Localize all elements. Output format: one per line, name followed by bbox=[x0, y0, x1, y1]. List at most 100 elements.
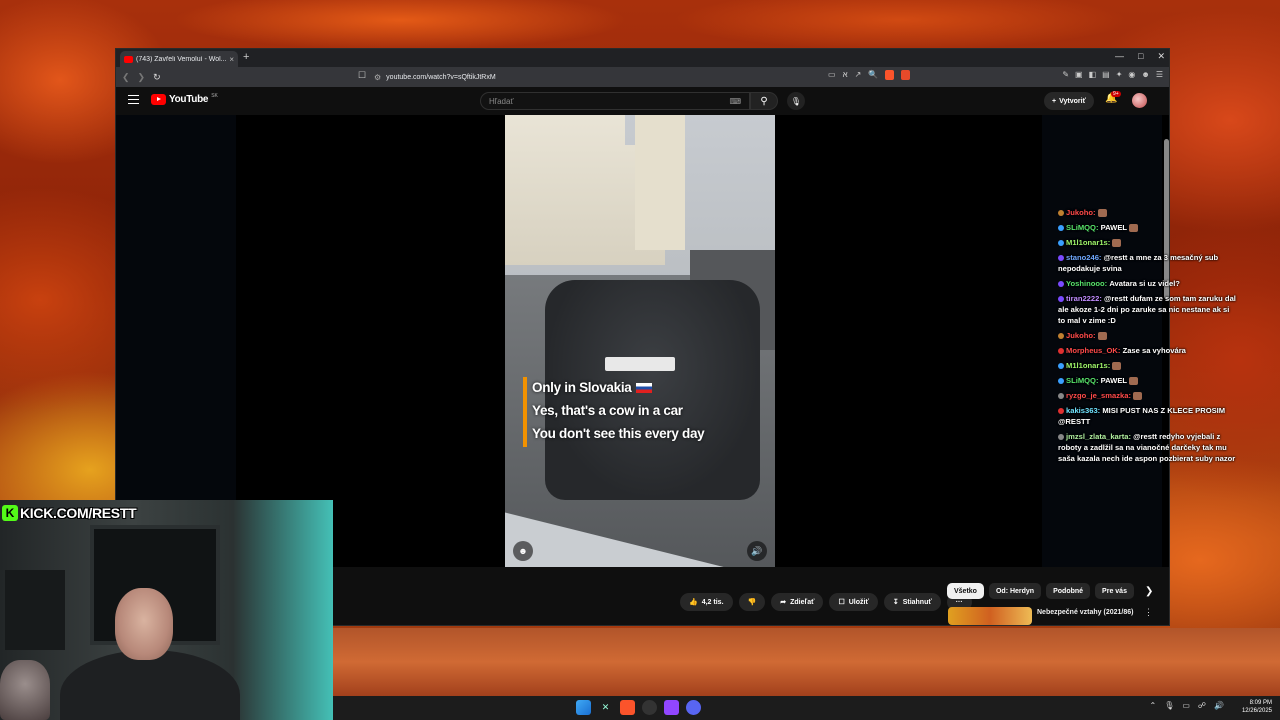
microphone-tray-icon[interactable]: 🎙 bbox=[1164, 701, 1174, 710]
back-icon[interactable]: ❮ bbox=[122, 72, 130, 83]
cast-icon[interactable]: ▭ bbox=[828, 70, 836, 80]
search-placeholder: Hľadať bbox=[489, 96, 514, 106]
profile-icon[interactable]: ☻ bbox=[1141, 70, 1149, 79]
chat-message: Yoshinooo: Avatara si uz videl? bbox=[1058, 278, 1238, 289]
network-icon[interactable]: ☍ bbox=[1198, 701, 1206, 710]
share-icon[interactable]: ↗ bbox=[855, 70, 862, 80]
system-tray: ⌃ 🎙 ▭ ☍ 🔊 bbox=[1150, 701, 1225, 710]
keyboard-icon[interactable]: ⌨ bbox=[729, 97, 741, 106]
leo-icon[interactable]: ✦ bbox=[1116, 70, 1123, 79]
browser-tab[interactable]: (743) Zavřeli Vemoluí - Wol... × bbox=[120, 51, 238, 67]
kebab-menu-icon[interactable]: ⋮ bbox=[1144, 607, 1153, 625]
chat-username[interactable]: Yoshinooo: bbox=[1066, 279, 1107, 288]
chat-message: tiran2222: @restt dufam ze som tam zaruk… bbox=[1058, 293, 1238, 326]
microphone-icon: 🎙 bbox=[790, 96, 802, 106]
share-button[interactable]: ➦ Zdieľať bbox=[771, 593, 824, 611]
video-frame[interactable]: Only in Slovakia Yes, that's a cow in a … bbox=[505, 115, 775, 567]
download-button[interactable]: ↧ Stiahnuť bbox=[883, 593, 941, 611]
clock[interactable]: 8:09 PM 12/26/2025 bbox=[1242, 699, 1272, 715]
caption-text-1: Only in Slovakia bbox=[532, 380, 632, 395]
vpn-icon[interactable]: ◉ bbox=[1128, 70, 1135, 79]
file-explorer-icon[interactable]: ✕ bbox=[598, 700, 613, 715]
create-button[interactable]: + Vytvoriť bbox=[1044, 92, 1094, 110]
chat-username[interactable]: tiran2222: bbox=[1066, 294, 1102, 303]
extensions-icon[interactable]: ✎ bbox=[1062, 70, 1069, 79]
chat-username[interactable]: M1l1onar1s: bbox=[1066, 361, 1110, 370]
church-tower bbox=[635, 115, 685, 250]
new-tab-button[interactable]: + bbox=[243, 51, 249, 63]
download-label: Stiahnuť bbox=[902, 598, 932, 606]
chat-emote-icon bbox=[1133, 392, 1143, 400]
search-button[interactable]: ⚲ bbox=[750, 92, 778, 110]
voice-search-button[interactable]: 🎙 bbox=[787, 92, 805, 110]
chat-text: PAWEL bbox=[1100, 376, 1128, 385]
search-icon: ⚲ bbox=[760, 95, 768, 107]
menu-icon[interactable]: ☰ bbox=[1156, 70, 1163, 79]
recommended-thumbnail[interactable] bbox=[948, 607, 1032, 625]
maximize-icon[interactable]: □ bbox=[1138, 51, 1143, 62]
chip-from-channel[interactable]: Od: Herdyn bbox=[988, 583, 1042, 599]
recommended-video[interactable]: Nebezpečné vztahy (2021/86) ⋮ bbox=[948, 607, 1153, 625]
recommended-title[interactable]: Nebezpečné vztahy (2021/86) bbox=[1037, 609, 1134, 625]
clock-time: 8:09 PM bbox=[1249, 700, 1272, 706]
chat-username[interactable]: kakis363: bbox=[1066, 406, 1100, 415]
chevron-right-icon[interactable]: ❯ bbox=[1145, 583, 1153, 599]
windows-start-icon[interactable] bbox=[576, 700, 591, 715]
wallet-icon[interactable]: ▤ bbox=[1102, 70, 1110, 79]
dislike-button[interactable]: 👎 bbox=[738, 593, 766, 611]
site-info-icon[interactable]: ⚙ bbox=[374, 73, 381, 82]
chat-badge-icon bbox=[1058, 434, 1064, 440]
chat-username[interactable]: SLiMQQ: bbox=[1066, 223, 1098, 232]
discord-icon[interactable] bbox=[686, 700, 701, 715]
download-icon: ↧ bbox=[892, 599, 899, 606]
volume-tray-icon[interactable]: 🔊 bbox=[1214, 701, 1224, 710]
mascot-plush bbox=[0, 660, 50, 720]
guide-menu-icon[interactable] bbox=[128, 95, 139, 104]
twitch-icon[interactable] bbox=[664, 700, 679, 715]
volume-icon[interactable]: 🔊 bbox=[747, 541, 767, 561]
chip-related[interactable]: Podobné bbox=[1046, 583, 1091, 599]
stream-chat: Jukoho: SLiMQQ: PAWEL M1l1onar1s: stano246:… bbox=[1058, 207, 1238, 468]
tab-close-icon[interactable]: × bbox=[229, 55, 234, 64]
license-plate bbox=[605, 357, 675, 371]
taskbar-apps: ✕ bbox=[576, 700, 701, 715]
chat-username[interactable]: SLiMQQ: bbox=[1066, 376, 1098, 385]
minimize-icon[interactable]: — bbox=[1115, 51, 1124, 62]
chat-username[interactable]: ryzgo_je_smazka: bbox=[1066, 391, 1131, 400]
channel-user-icon[interactable]: ☻ bbox=[513, 541, 533, 561]
reload-icon[interactable]: ↻ bbox=[153, 72, 161, 83]
chevron-up-icon[interactable]: ⌃ bbox=[1150, 701, 1157, 710]
caption-line-1: Only in Slovakia bbox=[532, 380, 652, 395]
chat-emote-icon bbox=[1097, 209, 1107, 217]
close-icon[interactable]: ✕ bbox=[1157, 51, 1165, 62]
chat-username[interactable]: stano246: bbox=[1066, 253, 1101, 262]
chat-username[interactable]: jmzsl_zlata_karta: bbox=[1066, 432, 1131, 441]
country-code: SK bbox=[211, 93, 218, 99]
brave-rewards-icon[interactable] bbox=[901, 70, 911, 80]
screenshot-icon[interactable]: ▣ bbox=[1075, 70, 1083, 79]
chat-username[interactable]: Jukoho: bbox=[1066, 208, 1096, 217]
save-button[interactable]: ☐ Uložiť bbox=[829, 593, 878, 611]
chat-username[interactable]: M1l1onar1s: bbox=[1066, 238, 1110, 247]
forward-icon[interactable]: ❯ bbox=[138, 72, 146, 83]
youtube-logo[interactable]: YouTube SK bbox=[151, 93, 218, 105]
chip-all[interactable]: Všetko bbox=[947, 583, 984, 599]
kick-logo-icon: K bbox=[2, 505, 18, 521]
like-button[interactable]: 👍 4,2 tis. bbox=[680, 593, 733, 611]
zoom-icon[interactable]: 🔍 bbox=[868, 70, 878, 80]
search-input[interactable]: Hľadať ⌨ bbox=[480, 92, 750, 110]
streamer-head bbox=[115, 588, 173, 660]
account-avatar[interactable] bbox=[1132, 93, 1147, 108]
brave-browser-icon[interactable] bbox=[620, 700, 635, 715]
obs-icon[interactable] bbox=[642, 700, 657, 715]
chip-for-you[interactable]: Pre vás bbox=[1095, 583, 1134, 599]
sidebar-icon[interactable]: ◧ bbox=[1089, 70, 1097, 79]
chat-username[interactable]: Morpheus_OK: bbox=[1066, 346, 1120, 355]
translate-icon[interactable]: א bbox=[843, 70, 848, 80]
chat-emote-icon bbox=[1112, 239, 1122, 247]
notification-badge: 9+ bbox=[1111, 91, 1121, 97]
monitor-icon[interactable]: ▭ bbox=[1182, 701, 1190, 710]
bookmark-icon[interactable]: ☐ bbox=[358, 70, 366, 81]
brave-shield-icon[interactable] bbox=[885, 70, 895, 80]
chat-username[interactable]: Jukoho: bbox=[1066, 331, 1096, 340]
